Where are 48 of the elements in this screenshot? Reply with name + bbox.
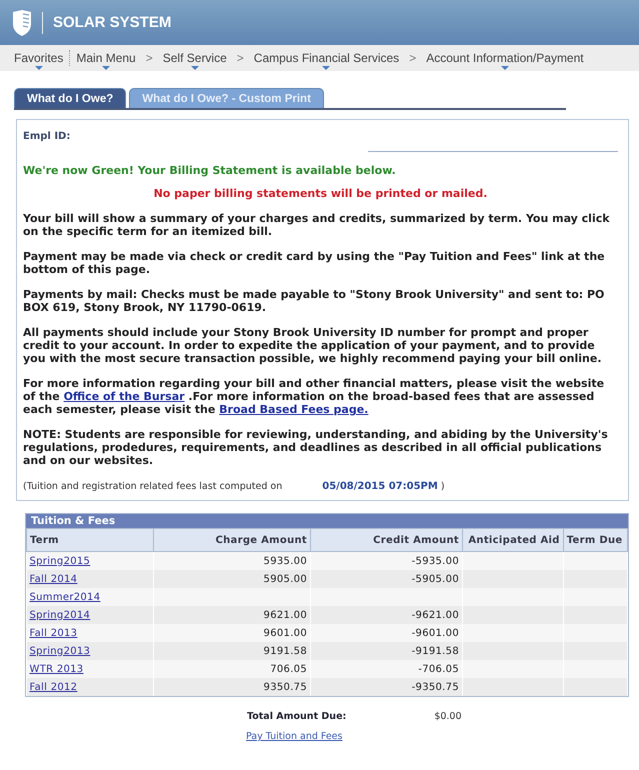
tab[interactable]: What do I Owe? [14, 88, 126, 108]
column-header: Credit Amount [310, 528, 462, 552]
link[interactable]: Office of the Bursar [64, 390, 185, 403]
paragraph: NOTE: Students are responsible for reviewing, understanding, and abiding by the University's regulations, prodedures, requirements, and deadlines as described in all official publications and on our websites. [23, 428, 609, 467]
breadcrumb-menu[interactable]: Account Information/Payment [426, 46, 584, 70]
separator-glyph: > [146, 51, 153, 65]
total-value: $0.00 [434, 711, 462, 722]
table-cell: 9621.00 [154, 606, 310, 624]
computed-note: (Tuition and registration related fees last computed on [23, 481, 282, 492]
paragraph: Payments by mail: Checks must be made payable to "Stony Brook University" and sent to: PO BOX 619, Stony Brook, NY 11790-0619. [23, 288, 606, 314]
column-header: Anticipated Aid [462, 528, 564, 552]
table-cell: -9191.58 [310, 642, 462, 660]
paragraph: Your bill will show a summary of your charges and credits, summarized by term. You may click on the specific term for an itemized bill. [23, 212, 611, 238]
column-header: Term Due [563, 528, 628, 552]
table-cell: 9601.00 [154, 624, 310, 642]
table-cell: 9191.58 [154, 642, 310, 660]
table-cell: -5905.00 [310, 570, 462, 588]
breadcrumb-menu[interactable]: Campus Financial Services [254, 46, 400, 70]
notice-text: We're now Green! Your Billing Statement is available below. [23, 164, 397, 177]
pay-link[interactable]: Pay Tuition and Fees [246, 731, 639, 742]
paren-text: ) [440, 481, 445, 492]
table-cell: -5935.00 [310, 552, 462, 570]
column-header: Charge Amount [154, 528, 310, 552]
table-cell: -706.05 [310, 660, 462, 678]
breadcrumb-menu[interactable]: Favorites [14, 46, 64, 70]
table-cell: -9601.00 [310, 624, 462, 642]
total-label: Total Amount Due: [247, 711, 346, 722]
separator-glyph: > [236, 51, 244, 65]
computed-date: 05/08/2015 07:05PM [322, 481, 438, 492]
shield-logo-icon [12, 10, 32, 36]
app-title: SOLAR SYSTEM [53, 14, 172, 31]
table-cell: 706.05 [154, 660, 310, 678]
paragraph: All payments should include your Stony Brook University ID number for prompt and proper credit to your account. In order to expedite the application of your payment, and to provide you with the most secure transaction possible, we highly recommend paying your bill online. [23, 326, 603, 365]
breadcrumb-menu[interactable]: Main Menu [76, 46, 136, 70]
paragraph: Payment may be made via check or credit card by using the "Pay Tuition and Fees" link at the bottom of this page. [23, 250, 606, 276]
paragraph: For more information regarding your bill and other financial matters, please visit the website of the Office of the Bursar .For more information on the broad-based fees that are assessed each semester, please visit the Broad Based Fees page. [23, 377, 606, 416]
breadcrumb-menu[interactable]: Self Service [162, 46, 227, 70]
table-cell: 5935.00 [154, 552, 310, 570]
table-title: Tuition & Fees [26, 514, 628, 528]
field-label: Empl ID: [23, 131, 70, 142]
column-header: Term [26, 528, 154, 552]
link[interactable]: Broad Based Fees page. [219, 403, 368, 416]
notice-text: No paper billing statements will be printed or mailed. [152, 187, 488, 200]
table-cell: -9350.75 [310, 678, 462, 696]
separator-glyph: > [409, 51, 416, 65]
table-cell: 5905.00 [154, 570, 310, 588]
table-cell: -9621.00 [310, 606, 462, 624]
table-cell: 9350.75 [154, 678, 310, 696]
